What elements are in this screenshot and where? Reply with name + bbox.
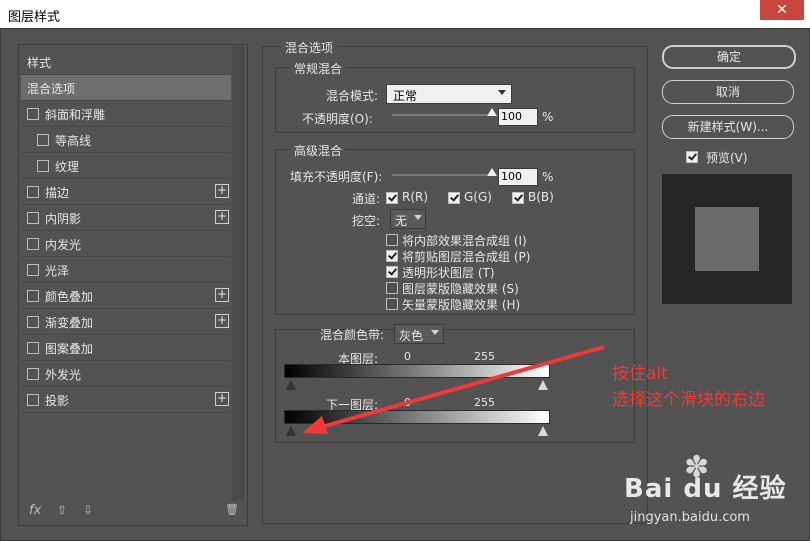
baidu-watermark: ✽ Bai du 经验 jingyan.baidu.com — [624, 450, 804, 536]
annotation-text: 按住alt 选择这个滑块的右边 — [612, 361, 765, 413]
annotation-line-2: 选择这个滑块的右边 — [612, 390, 765, 410]
annotation-line-1: 按住alt — [612, 364, 668, 384]
watermark-url: jingyan.baidu.com — [630, 510, 750, 525]
watermark-brand: Bai du 经验 — [624, 474, 787, 504]
